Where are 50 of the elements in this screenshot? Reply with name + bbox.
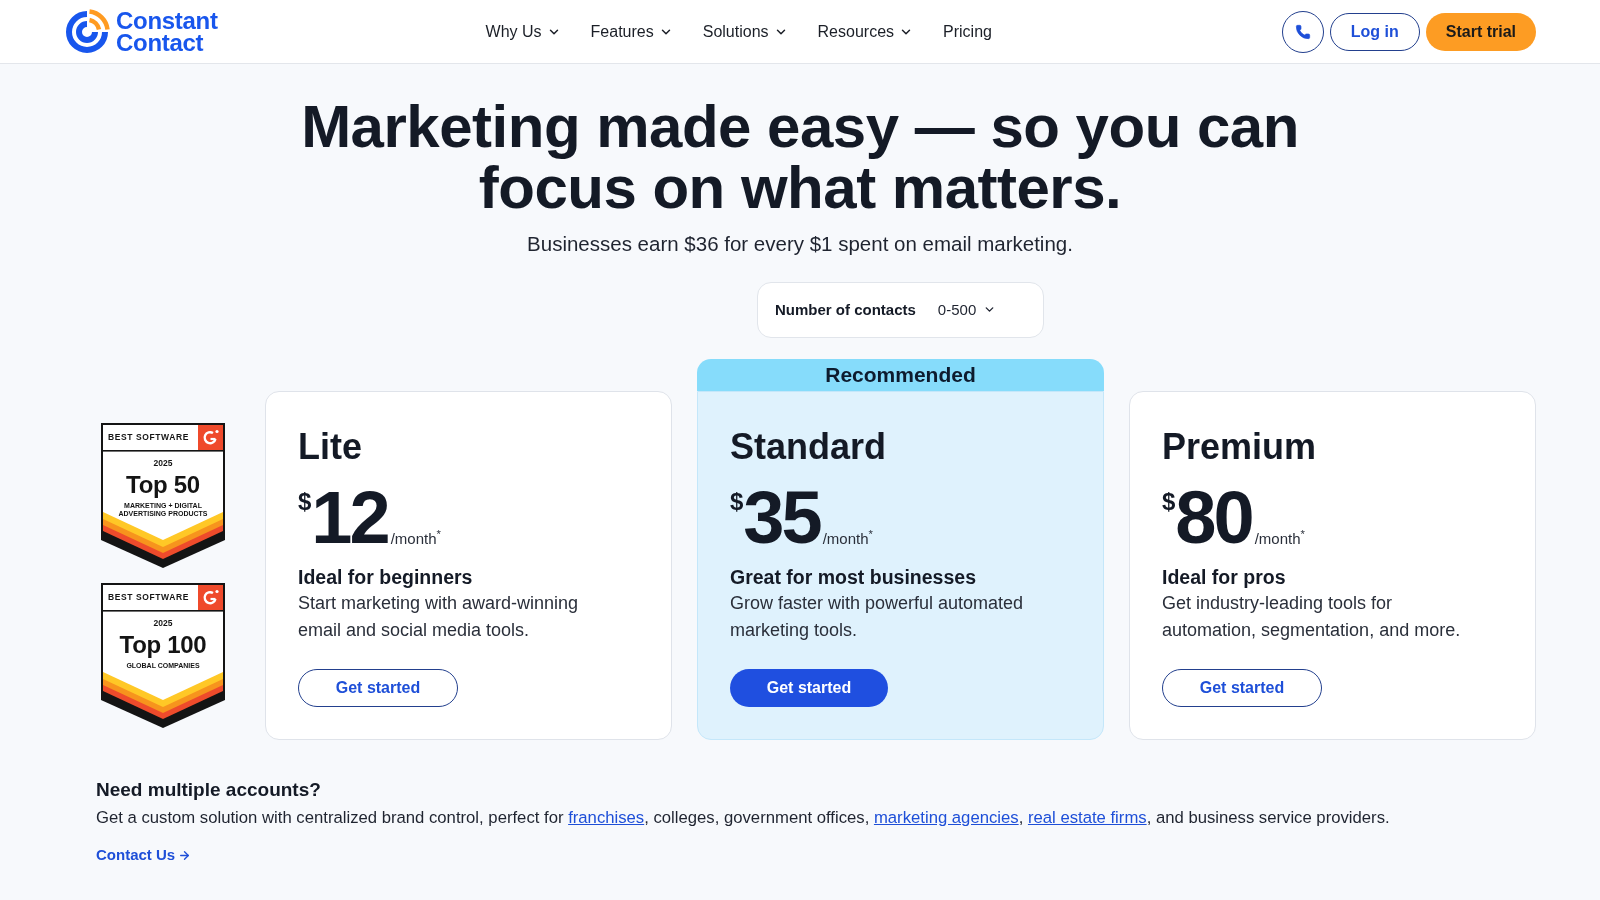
section-description: Get a custom solution with centralized brand control, perfect for franchises, colleges, government offices, marketing agencies, real estate firms, and business service providers.	[96, 806, 1390, 829]
plan-description: Grow faster with powerful automated marketing tools.	[730, 591, 1025, 642]
plan-tagline: Great for most businesses	[730, 564, 976, 589]
plan-description: Get industry-leading tools for automation, segmentation, and more.	[1162, 591, 1462, 642]
contact-us-link[interactable]: Contact Us	[96, 843, 192, 867]
badge-logo-icon	[198, 424, 223, 450]
get-started-button[interactable]: Get started	[1162, 668, 1322, 707]
badge-logo-icon	[198, 584, 223, 610]
arrow-right-icon	[178, 848, 192, 862]
contacts-label: Number of contacts	[775, 299, 916, 320]
plan-name: Lite	[298, 426, 362, 467]
badge-title: Top 100	[119, 631, 207, 660]
plan-price: 12	[311, 487, 388, 548]
contacts-dropdown[interactable]: 0-500	[937, 298, 997, 321]
get-started-button[interactable]: Get started	[298, 668, 458, 707]
phone-icon	[1294, 23, 1311, 40]
brand-logo[interactable]: Constant Contact	[64, 8, 218, 55]
plan-tagline: Ideal for pros	[1162, 564, 1286, 589]
currency-symbol: $	[298, 489, 312, 514]
text-link[interactable]: marketing agencies	[873, 807, 1019, 827]
start-trial-button[interactable]: Start trial	[1425, 12, 1536, 51]
text-link[interactable]: franchises	[568, 807, 645, 827]
plan-price: 35	[743, 487, 820, 548]
plan-name: Premium	[1162, 426, 1317, 467]
badge-year: 2025	[153, 458, 173, 468]
get-started-button[interactable]: Get started	[730, 668, 888, 707]
nav-menu-item[interactable]: Resources	[817, 19, 914, 44]
price-period: /month$^{*}$	[822, 530, 873, 546]
hero-heading: Marketing made easy — so you can focus on what matters.	[300, 96, 1300, 218]
badge-year: 2025	[153, 618, 173, 628]
badge-label: BEST SOFTWARE	[108, 590, 189, 604]
recommended-ribbon: Recommended	[697, 358, 1104, 391]
nav-menu-item[interactable]: Pricing	[943, 19, 992, 44]
text-link[interactable]: real estate firms	[1027, 807, 1147, 827]
hero-subtitle: Businesses earn $36 for every $1 spent on email marketing.	[527, 231, 1073, 257]
nav-menu-item[interactable]: Why Us	[485, 19, 561, 44]
currency-symbol: $	[1162, 489, 1176, 514]
logo-icon	[64, 8, 110, 55]
price-period: /month$^{*}$	[390, 530, 441, 546]
currency-symbol: $	[730, 489, 744, 514]
nav-menu-item[interactable]: Features	[590, 19, 673, 44]
plan-price: 80	[1175, 487, 1252, 548]
price-period: /month$^{*}$	[1254, 530, 1305, 546]
badge-title: Top 50	[126, 471, 200, 500]
section-heading: Need multiple accounts?	[96, 777, 321, 802]
plan-name: Standard	[730, 426, 887, 467]
plan-description: Start marketing with award-winning email and social media tools.	[298, 591, 580, 642]
plan-tagline: Ideal for beginners	[298, 564, 473, 589]
badge-label: BEST SOFTWARE	[108, 430, 189, 444]
nav-menu-item[interactable]: Solutions	[702, 19, 788, 44]
